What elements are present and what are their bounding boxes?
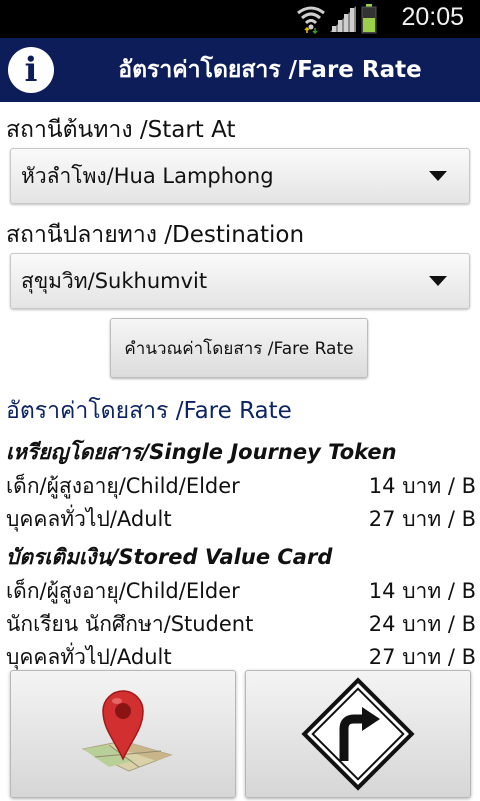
app-header: i อัตราค่าโดยสาร /Fare Rate bbox=[0, 38, 480, 102]
start-station-label: สถานีต้นทาง /Start At bbox=[6, 117, 236, 143]
fare-row: บุคคลทั่วไป/Adult 27 บาท / B bbox=[6, 503, 476, 533]
map-button[interactable] bbox=[10, 670, 236, 798]
fare-label: นักเรียน นักศึกษา/Student bbox=[6, 612, 254, 636]
page-title: อัตราค่าโดยสาร /Fare Rate bbox=[118, 57, 422, 83]
destination-dropdown[interactable]: สุขุมวิท/Sukhumvit bbox=[10, 253, 470, 309]
destination-label: สถานีปลายทาง /Destination bbox=[6, 222, 305, 248]
fare-row: เด็ก/ผู้สูงอายุ/Child/Elder 14 บาท / B bbox=[6, 470, 476, 500]
status-time: 20:05 bbox=[401, 3, 464, 31]
card-section-title: บัตรเติมเงิน/Stored Value Card bbox=[6, 545, 333, 569]
info-icon: i bbox=[24, 50, 38, 90]
fare-row: เด็ก/ผู้สูงอายุ/Child/Elder 14 บาท / B bbox=[6, 575, 476, 605]
dropdown-arrow-icon bbox=[429, 276, 447, 286]
start-station-value: หัวลำโพง/Hua Lamphong bbox=[21, 164, 274, 188]
fare-amount: 27 บาท / B bbox=[368, 507, 476, 531]
fare-label: เด็ก/ผู้สูงอายุ/Child/Elder bbox=[6, 474, 240, 498]
dropdown-arrow-icon bbox=[429, 171, 447, 181]
turn-right-sign-icon bbox=[301, 677, 415, 791]
status-bar: 20:05 bbox=[0, 0, 480, 38]
battery-icon bbox=[361, 4, 377, 34]
wifi-icon bbox=[297, 6, 325, 34]
fare-row: นักเรียน นักศึกษา/Student 24 บาท / B bbox=[6, 608, 476, 638]
status-icons bbox=[297, 4, 377, 34]
fare-row: บุคคลทั่วไป/Adult 27 บาท / B bbox=[6, 641, 476, 671]
fare-amount: 24 บาท / B bbox=[368, 612, 476, 636]
fare-label: บุคคลทั่วไป/Adult bbox=[6, 507, 172, 531]
fare-amount: 14 บาท / B bbox=[368, 474, 476, 498]
start-station-dropdown[interactable]: หัวลำโพง/Hua Lamphong bbox=[10, 148, 470, 204]
info-button[interactable]: i bbox=[8, 47, 54, 93]
fare-amount: 14 บาท / B bbox=[368, 579, 476, 603]
directions-button[interactable] bbox=[245, 670, 471, 798]
token-section-title: เหรียญโดยสาร/Single Journey Token bbox=[6, 440, 397, 464]
fare-result-title: อัตราค่าโดยสาร /Fare Rate bbox=[6, 398, 292, 424]
destination-value: สุขุมวิท/Sukhumvit bbox=[21, 269, 208, 293]
fare-label: เด็ก/ผู้สูงอายุ/Child/Elder bbox=[6, 579, 240, 603]
map-pin-icon bbox=[81, 690, 173, 772]
signal-icon bbox=[330, 6, 356, 32]
calculate-fare-button[interactable]: คำนวณค่าโดยสาร /Fare Rate bbox=[110, 318, 368, 378]
